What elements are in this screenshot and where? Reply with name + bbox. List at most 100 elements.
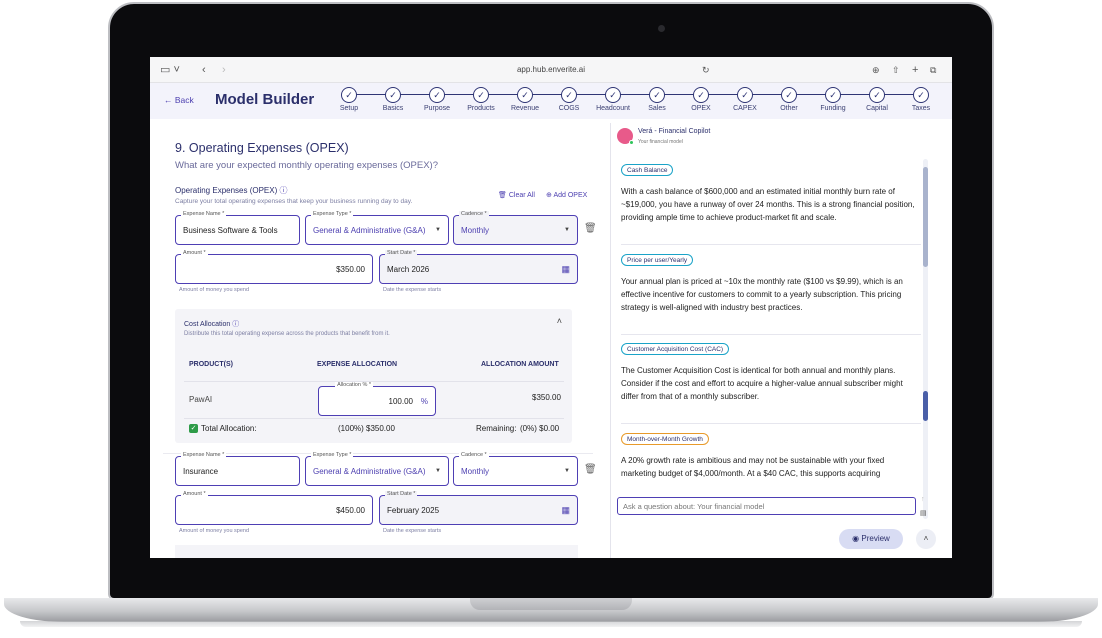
step-taxes[interactable]: ✓ Taxes <box>899 87 943 112</box>
share-icon[interactable]: ⇧ <box>892 63 900 77</box>
cadence-select[interactable]: Cadence * Monthly ▼ <box>453 452 578 486</box>
step-headcount[interactable]: ✓ Headcount <box>591 87 635 112</box>
add-opex-button[interactable]: ⊕ Add OPEX <box>546 191 587 199</box>
step-basics[interactable]: ✓ Basics <box>371 87 415 112</box>
chevron-up-icon: ˄ <box>923 534 929 543</box>
chevron-up-icon[interactable]: ˄ <box>557 316 562 326</box>
calendar-icon[interactable]: ▦ <box>561 505 570 516</box>
step-funding[interactable]: ✓ Funding <box>811 87 855 112</box>
step-label: CAPEX <box>733 105 757 112</box>
start-helper: Date the expense starts <box>383 287 442 293</box>
ask-input[interactable]: Ask a question about: Your financial mod… <box>617 497 916 515</box>
step-purpose[interactable]: ✓ Purpose <box>415 87 459 112</box>
field-value: Monthly <box>461 467 490 476</box>
col-product: PRODUCT(S) <box>189 361 233 368</box>
start-date-field[interactable]: Start Date * March 2026 ▦ <box>379 250 578 284</box>
delete-expense-icon[interactable]: 🗑 <box>584 464 597 475</box>
expense-type-select[interactable]: Expense Type * General & Administrative … <box>305 452 449 486</box>
row-divider <box>184 381 564 382</box>
step-label: Sales <box>648 105 666 112</box>
step-label: Taxes <box>911 105 931 112</box>
remaining-label: Remaining: <box>476 424 517 433</box>
step-label: Setup <box>339 105 359 112</box>
new-tab-icon[interactable]: + <box>912 63 918 77</box>
copilot-subtitle: Your financial model <box>638 139 683 145</box>
expense-name-field[interactable]: Expense Name * Insurance <box>175 452 300 486</box>
field-label: Amount * <box>181 491 208 497</box>
forward-icon[interactable]: › <box>222 63 226 77</box>
amount-field[interactable]: Amount * $450.00 <box>175 491 373 525</box>
section-title: 9. Operating Expenses (OPEX) <box>175 141 349 155</box>
opex-label-text: Operating Expenses (OPEX) <box>175 186 278 195</box>
base-shadow <box>20 621 1082 627</box>
check-circle-icon: ✓ <box>737 87 753 103</box>
field-label: Start Date * <box>385 491 418 497</box>
step-label: Headcount <box>596 105 630 112</box>
step-label: COGS <box>558 105 580 112</box>
cost-allocation-panel: Cost Allocation ⓘ Distribute this total … <box>175 309 572 443</box>
field-value: $450.00 <box>336 506 365 515</box>
info-icon[interactable]: ⓘ <box>280 186 288 195</box>
step-capital[interactable]: ✓ Capital <box>855 87 899 112</box>
preview-label: Preview <box>861 534 890 543</box>
step-sales[interactable]: ✓ Sales <box>635 87 679 112</box>
chat-icon[interactable]: ▤ <box>920 509 927 517</box>
url-text: app.hub.enverite.ai <box>516 65 586 74</box>
expense-type-select[interactable]: Expense Type * General & Administrative … <box>305 211 449 245</box>
insight-divider <box>621 334 921 335</box>
step-other[interactable]: ✓ Other <box>767 87 811 112</box>
calendar-icon[interactable]: ▦ <box>561 264 570 275</box>
start-helper: Date the expense starts <box>383 528 442 534</box>
start-date-field[interactable]: Start Date * February 2025 ▦ <box>379 491 578 525</box>
percent-unit: % <box>420 397 428 406</box>
delete-expense-icon[interactable]: 🗑 <box>584 223 597 234</box>
step-label: Purpose <box>423 105 451 112</box>
insight-divider <box>621 244 921 245</box>
address-bar[interactable]: app.hub.enverite.ai <box>390 62 712 78</box>
allocation-percent-field[interactable]: Allocation % * 100.00 % <box>318 382 436 416</box>
allocation-title: Cost Allocation ⓘ <box>184 319 239 329</box>
step-products[interactable]: ✓ Products <box>459 87 503 112</box>
step-cogs[interactable]: ✓ COGS <box>547 87 591 112</box>
app-header: ← Back Model Builder ✓ Setup ✓ Basics ✓ Purpo… <box>150 83 952 119</box>
check-circle-icon: ✓ <box>561 87 577 103</box>
scroll-thumb[interactable] <box>923 391 928 421</box>
step-capex[interactable]: ✓ CAPEX <box>723 87 767 112</box>
step-revenue[interactable]: ✓ Revenue <box>503 87 547 112</box>
info-icon[interactable]: ⓘ <box>232 321 239 328</box>
product-name: PawAI <box>189 395 213 404</box>
clear-all-button[interactable]: 🗑 Clear All <box>498 191 535 199</box>
insight-badge: Customer Acquisition Cost (CAC) <box>621 343 730 355</box>
step-label: Other <box>780 105 798 112</box>
step-setup[interactable]: ✓ Setup <box>327 87 371 112</box>
step-label: Revenue <box>510 105 540 112</box>
tabs-icon[interactable]: ⧉ <box>930 63 936 77</box>
check-circle-icon: ✓ <box>517 87 533 103</box>
caret-down-icon: ▼ <box>564 227 570 233</box>
insight-text: Your annual plan is priced at ~10x the m… <box>621 277 903 312</box>
scroll-top-button[interactable]: ˄ <box>916 529 936 549</box>
expense-name-field[interactable]: Expense Name * Business Software & Tools <box>175 211 300 245</box>
preview-button[interactable]: ◉ Preview <box>839 529 903 549</box>
step-opex[interactable]: ✓ OPEX <box>679 87 723 112</box>
download-icon[interactable]: ⊕ <box>872 63 880 77</box>
reload-icon[interactable]: ↻ <box>702 63 710 77</box>
check-circle-icon: ✓ <box>693 87 709 103</box>
check-circle-icon: ✓ <box>341 87 357 103</box>
send-icon[interactable]: ↑ <box>921 496 925 503</box>
cadence-select[interactable]: Cadence * Monthly ▼ <box>453 211 578 245</box>
scrollbar[interactable] <box>923 159 928 519</box>
sidebar-icon[interactable]: ▭ ˅ <box>160 63 180 77</box>
allocation-title-text: Cost Allocation <box>184 321 231 328</box>
back-icon[interactable]: ‹ <box>202 63 206 77</box>
back-button[interactable]: ← Back <box>164 95 194 105</box>
amount-helper: Amount of money you spend <box>179 528 250 534</box>
field-label: Allocation % * <box>335 382 373 388</box>
amount-field[interactable]: Amount * $350.00 <box>175 250 373 284</box>
browser-toolbar: ▭ ˅ ‹ › app.hub.enverite.ai ↻ ⊕ ⇧ + ⧉ <box>150 57 952 83</box>
check-circle-icon: ✓ <box>913 87 929 103</box>
remaining-value: (0%) $0.00 <box>520 424 560 433</box>
copilot-panel: Verá - Financial Copilot Your financial … <box>610 123 950 558</box>
field-label: Start Date * <box>385 250 418 256</box>
scroll-thumb[interactable] <box>923 167 928 267</box>
